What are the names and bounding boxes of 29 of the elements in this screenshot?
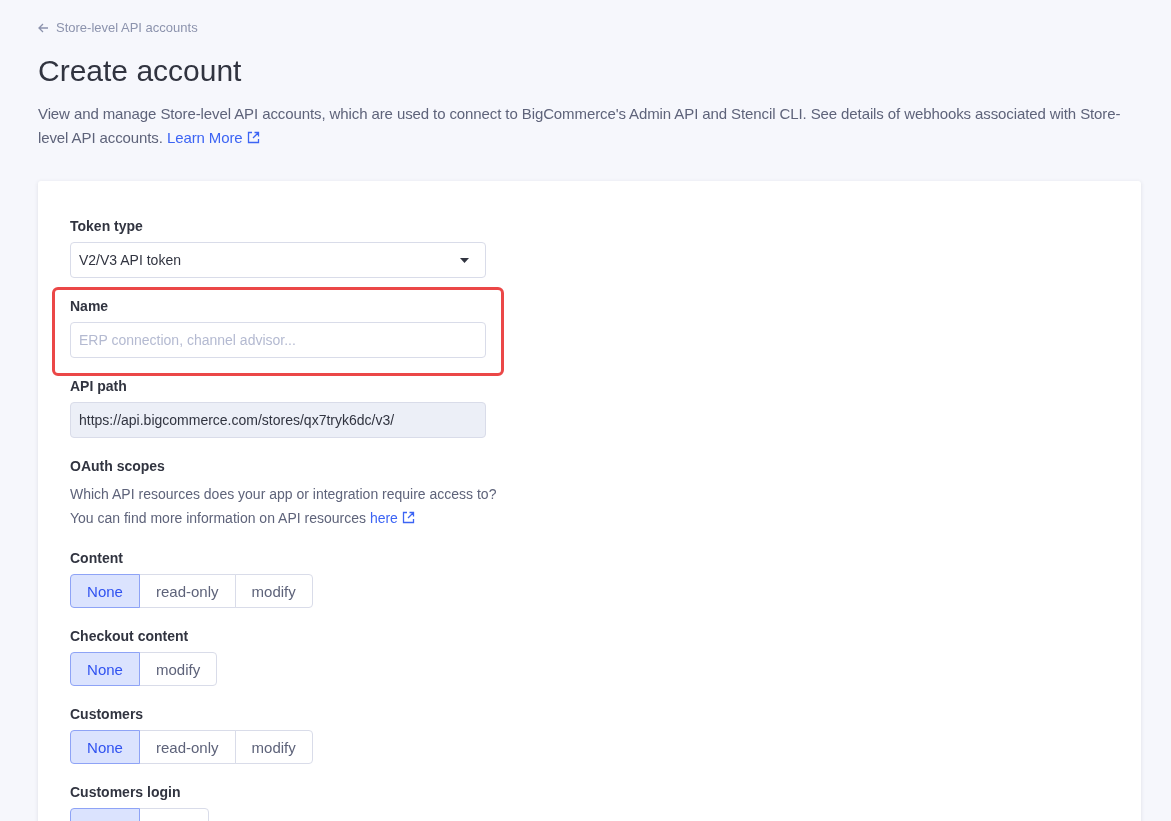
token-type-dropdown[interactable]: V2/V3 API token — [70, 242, 486, 278]
caret-icon — [460, 257, 469, 263]
field-label: API path — [70, 377, 128, 396]
external-link-icon — [401, 511, 415, 524]
scope-option[interactable]: read-only — [139, 730, 236, 764]
scope-label: Checkout content — [70, 627, 190, 646]
scope-option[interactable]: None — [70, 574, 140, 608]
external-link-icon — [246, 131, 260, 144]
help-text: Which API resources does your app or integration require access to? — [70, 485, 497, 504]
back-arrow-icon — [38, 23, 49, 33]
learn-more-link[interactable]: Learn More — [166, 129, 260, 146]
name-input[interactable]: ERP connection, channel advisor... — [70, 322, 486, 358]
scope-label: Content — [70, 549, 124, 568]
scope-option[interactable]: modify — [234, 574, 313, 608]
scope-option[interactable]: None — [70, 652, 140, 686]
here-link[interactable]: here — [369, 510, 415, 526]
scope-label: Customers login — [70, 783, 182, 802]
scope-option[interactable]: modify — [234, 730, 313, 764]
page-title: Create account — [38, 53, 243, 89]
scope-option[interactable]: modify — [139, 652, 218, 686]
help-text: You can find more information on API resources here — [70, 506, 415, 530]
section-label: OAuth scopes — [70, 457, 166, 476]
scope-option[interactable]: read-only — [139, 574, 236, 608]
api-path-input[interactable]: https://api.bigcommerce.com/stores/qx7tryk6dc/v3/ — [70, 402, 486, 438]
scope-option[interactable]: None — [70, 730, 140, 764]
scope-label: Customers — [70, 705, 145, 724]
page-description: View and manage Store-level API accounts, which are used to connect to BigCommerce's Admin API and Stencil CLI. See details of webhooks associated with Store-level API accounts. Learn More — [38, 104, 1122, 148]
field-label: Token type — [70, 217, 144, 236]
field-label: Name — [70, 297, 110, 316]
